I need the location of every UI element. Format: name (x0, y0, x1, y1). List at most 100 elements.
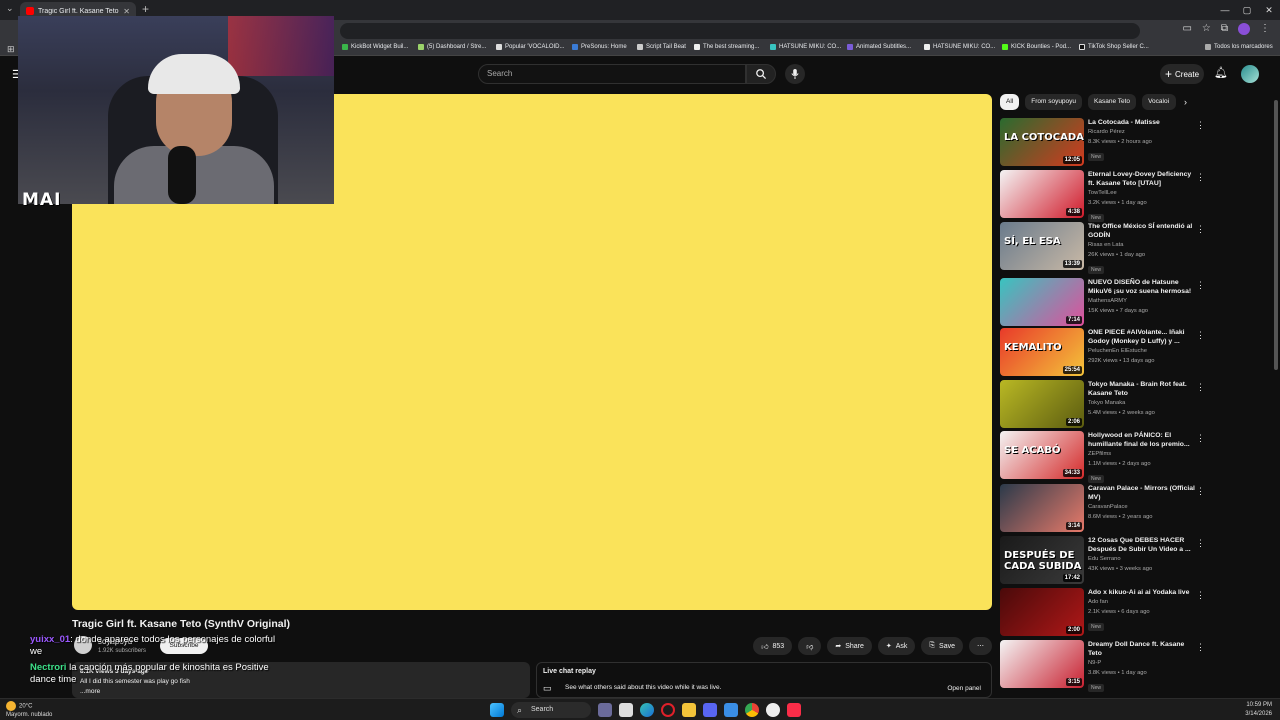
voice-search-button[interactable] (785, 64, 805, 84)
bookmark-item[interactable]: (5) Dashboard / Stre... (418, 44, 486, 50)
more-options-icon[interactable]: ⋮ (1196, 224, 1205, 235)
chevron-right-icon[interactable]: › (1184, 97, 1187, 107)
video-thumbnail[interactable]: SE ACABÓ 34:33 (1000, 431, 1084, 479)
bookmark-item[interactable]: PreSonus: Home (572, 44, 627, 50)
channel-name[interactable]: Risas en Lata (1088, 240, 1196, 250)
windows-start-icon[interactable] (490, 703, 504, 717)
extensions-icon[interactable]: ⧉ (1221, 23, 1228, 35)
video-title-link[interactable]: 12 Cosas Que DEBES HACER Después De Subi… (1088, 536, 1196, 554)
search-input[interactable]: Search (478, 64, 746, 84)
bookmark-item[interactable]: KickBot Widget Buil... (342, 44, 408, 50)
file-explorer-icon[interactable] (682, 703, 696, 717)
channel-name[interactable]: N9-P (1088, 658, 1196, 668)
music-app-icon[interactable] (787, 703, 801, 717)
chip-all[interactable]: All (1000, 94, 1020, 110)
close-tab-icon[interactable]: ✕ (123, 7, 130, 16)
channel-name[interactable]: Ricardo Pérez (1088, 127, 1196, 137)
widget-icon[interactable] (598, 703, 612, 717)
more-menu-icon[interactable]: ⋮ (1260, 23, 1270, 35)
video-title-link[interactable]: Eternal Lovey-Dovey Deficiency ft. Kasan… (1088, 170, 1196, 188)
opera-icon[interactable] (661, 703, 675, 717)
chrome-icon[interactable] (745, 703, 759, 717)
recommended-video[interactable]: 3:14 Caravan Palace - Mirrors (Official M… (1000, 484, 1205, 532)
open-panel-button[interactable]: Open panel (947, 685, 981, 692)
profile-icon[interactable] (1238, 23, 1250, 35)
channel-name[interactable]: CaravanPalace (1088, 502, 1196, 512)
bookmark-item[interactable]: Popular 'VOCALOID... (496, 44, 565, 50)
discord-icon[interactable] (703, 703, 717, 717)
description-more[interactable]: ...more (80, 688, 522, 695)
video-title-link[interactable]: Dreamy Doll Dance ft. Kasane Teto (1088, 640, 1196, 658)
like-button[interactable]: 👍︎ 853 (753, 637, 793, 655)
all-bookmarks[interactable]: Todos los marcadores (1205, 44, 1273, 50)
more-options-icon[interactable]: ⋮ (1196, 382, 1205, 393)
recommended-video[interactable]: 2:06 Tokyo Manaka - Brain Rot feat. Kasan… (1000, 380, 1205, 428)
channel-name[interactable]: PeluchenEn ElEstuche (1088, 346, 1196, 356)
channel-name[interactable]: Ado fan (1088, 597, 1196, 607)
video-title-link[interactable]: Tokyo Manaka - Brain Rot feat. Kasane Te… (1088, 380, 1196, 398)
video-title-link[interactable]: ONE PIECE #AlVolante... Iñaki Godoy (Mon… (1088, 328, 1196, 346)
video-thumbnail[interactable]: 7:14 (1000, 278, 1084, 326)
bookmark-item[interactable]: HATSUNE MIKU: CO... (770, 44, 841, 50)
recommended-video[interactable]: SE ACABÓ 34:33 Hollywood en PÁNICO: El hum… (1000, 431, 1205, 483)
chip-vocaloid[interactable]: Vocaloi (1142, 94, 1177, 110)
search-button[interactable] (746, 64, 776, 84)
bookmark-item[interactable]: TikTok Shop Seller C... (1079, 44, 1149, 50)
taskbar-search[interactable]: Search (511, 702, 591, 718)
store-icon[interactable] (724, 703, 738, 717)
cast-icon[interactable]: ▭ (1182, 23, 1191, 35)
share-button[interactable]: ➦ Share (827, 637, 872, 655)
ask-button[interactable]: ✦ Ask (877, 637, 916, 655)
more-options-icon[interactable]: ⋮ (1196, 590, 1205, 601)
channel-name[interactable]: Tokyo Manaka (1088, 398, 1196, 408)
video-title-link[interactable]: La Cotocada - Matisse (1088, 118, 1196, 127)
video-thumbnail[interactable]: 2:00 (1000, 588, 1084, 636)
omnibox[interactable] (340, 23, 1140, 39)
more-options-icon[interactable]: ⋮ (1196, 330, 1205, 341)
more-options-icon[interactable]: ⋮ (1196, 172, 1205, 183)
new-tab-icon[interactable]: + (142, 2, 149, 16)
video-title-link[interactable]: The Office México SÍ entendió al GODÍN (1088, 222, 1196, 240)
bookmark-item[interactable]: Animated Subtitles... (847, 44, 911, 50)
close-window-icon[interactable]: ✕ (1258, 0, 1280, 20)
bookmark-item[interactable]: The best streaming... (694, 44, 759, 50)
video-thumbnail[interactable]: 3:15 (1000, 640, 1084, 688)
video-title-link[interactable]: Ado x kikuo-Ai ai ai Yodaka live (1088, 588, 1196, 597)
tab-search-icon[interactable]: ⌄ (6, 3, 14, 14)
more-actions-button[interactable]: ⋯ (969, 637, 992, 655)
chip-from-channel[interactable]: From soyupoyu (1025, 94, 1083, 110)
recommended-video[interactable]: 7:14 NUEVO DISEÑO de Hatsune MikuV6 ¡su v… (1000, 278, 1205, 326)
video-thumbnail[interactable]: DESPUÉS DE CADA SUBIDA 17:42 (1000, 536, 1084, 584)
more-options-icon[interactable]: ⋮ (1196, 486, 1205, 497)
apps-icon[interactable]: ⊞ (7, 44, 15, 55)
video-title-link[interactable]: Hollywood en PÁNICO: El humillante final… (1088, 431, 1196, 449)
recommended-video[interactable]: 2:00 Ado x kikuo-Ai ai ai Yodaka live Ado … (1000, 588, 1205, 636)
system-clock[interactable]: 10:59 PM 3/14/2026 (1245, 701, 1272, 719)
recommended-video[interactable]: 4:38 Eternal Lovey-Dovey Deficiency ft. K… (1000, 170, 1205, 222)
recommended-video[interactable]: LA COTOCADA 12:05 La Cotocada - Matisse Ric… (1000, 118, 1205, 166)
bookmark-item[interactable]: Script Tail Beat (637, 44, 686, 50)
account-avatar[interactable] (1241, 65, 1259, 83)
recommended-video[interactable]: 3:15 Dreamy Doll Dance ft. Kasane Teto N9-… (1000, 640, 1205, 692)
channel-name[interactable]: TowTellLee (1088, 188, 1196, 198)
chip-kasane-teto[interactable]: Kasane Teto (1088, 94, 1137, 110)
video-thumbnail[interactable]: LA COTOCADA 12:05 (1000, 118, 1084, 166)
more-options-icon[interactable]: ⋮ (1196, 538, 1205, 549)
edge-icon[interactable] (640, 703, 654, 717)
more-options-icon[interactable]: ⋮ (1196, 642, 1205, 653)
video-thumbnail[interactable]: 4:38 (1000, 170, 1084, 218)
more-options-icon[interactable]: ⋮ (1196, 280, 1205, 291)
video-thumbnail[interactable]: 3:14 (1000, 484, 1084, 532)
channel-name[interactable]: Edu Serrano (1088, 554, 1196, 564)
video-title-link[interactable]: NUEVO DISEÑO de Hatsune MikuV6 ¡su voz s… (1088, 278, 1196, 296)
minimize-icon[interactable]: — (1214, 0, 1236, 20)
video-thumbnail[interactable]: SÍ, EL ESA 13:39 (1000, 222, 1084, 270)
video-thumbnail[interactable]: 2:06 (1000, 380, 1084, 428)
dislike-button[interactable]: 👎︎ (798, 637, 822, 655)
save-button[interactable]: ⎘ Save (921, 637, 963, 655)
video-thumbnail[interactable]: KEMALITO 25:54 (1000, 328, 1084, 376)
more-options-icon[interactable]: ⋮ (1196, 433, 1205, 444)
recommended-video[interactable]: SÍ, EL ESA 13:39 The Office México SÍ ente… (1000, 222, 1205, 274)
task-view-icon[interactable] (619, 703, 633, 717)
channel-name[interactable]: MathensARMY (1088, 296, 1196, 306)
